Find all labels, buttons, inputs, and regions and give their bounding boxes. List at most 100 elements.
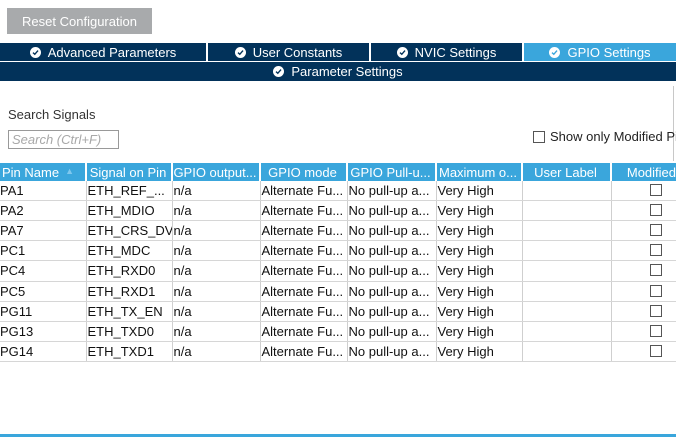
gpio-output-level-cell: n/a xyxy=(172,281,261,302)
user-label-cell[interactable] xyxy=(522,240,612,262)
pin-name-cell: PA7 xyxy=(0,220,87,242)
gpio-pull-cell: No pull-up a... xyxy=(347,220,437,242)
column-header-gpio-output[interactable]: GPIO output... xyxy=(172,163,261,181)
check-circle-icon xyxy=(29,46,41,58)
pin-name-cell: PA2 xyxy=(0,200,87,222)
gpio-mode-cell: Alternate Fu... xyxy=(260,281,348,302)
max-output-speed-cell: Very High xyxy=(436,301,523,322)
max-output-speed-cell: Very High xyxy=(436,200,523,222)
column-header-pin-name[interactable]: Pin Name ▲ xyxy=(0,163,87,181)
max-output-speed-cell: Very High xyxy=(436,281,523,302)
gpio-mode-cell: Alternate Fu... xyxy=(260,260,348,282)
gpio-output-level-cell: n/a xyxy=(172,200,261,222)
max-output-speed-cell: Very High xyxy=(436,220,523,242)
column-header-maximum-output-speed[interactable]: Maximum o... xyxy=(436,163,523,181)
check-circle-icon xyxy=(234,46,246,58)
modified-cell xyxy=(611,181,676,202)
table-row[interactable]: PG13 ETH_TXD0 n/a Alternate Fu... No pull-up… xyxy=(0,321,676,342)
modified-checkbox[interactable] xyxy=(649,184,662,197)
modified-checkbox[interactable] xyxy=(649,204,662,217)
show-only-modified-toggle[interactable]: Show only Modified Pins xyxy=(533,129,676,144)
gpio-pull-cell: No pull-up a... xyxy=(347,240,437,262)
modified-checkbox[interactable] xyxy=(649,344,662,357)
table-row[interactable]: PA7 ETH_CRS_DV n/a Alternate Fu... No pull-u… xyxy=(0,220,676,242)
gpio-output-level-cell: n/a xyxy=(172,321,261,342)
max-output-speed-cell: Very High xyxy=(436,181,523,202)
user-label-cell[interactable] xyxy=(522,281,612,302)
pin-name-cell: PG13 xyxy=(0,321,87,342)
table-row[interactable]: PG14 ETH_TXD1 n/a Alternate Fu... No pull-up… xyxy=(0,341,676,363)
reset-configuration-button[interactable]: Reset Configuration xyxy=(7,8,152,34)
signal-cell: ETH_REF_... xyxy=(86,181,173,202)
column-header-gpio-pull[interactable]: GPIO Pull-u... xyxy=(347,163,437,181)
gpio-output-level-cell: n/a xyxy=(172,181,261,202)
gpio-pull-cell: No pull-up a... xyxy=(347,341,437,363)
check-circle-icon xyxy=(396,46,408,58)
tab-label: NVIC Settings xyxy=(414,44,497,60)
signal-cell: ETH_RXD1 xyxy=(86,281,173,302)
signal-cell: ETH_RXD0 xyxy=(86,260,173,282)
modified-checkbox[interactable] xyxy=(649,304,662,317)
user-label-cell[interactable] xyxy=(522,321,612,342)
modified-checkbox[interactable] xyxy=(649,244,662,257)
user-label-cell[interactable] xyxy=(522,200,612,222)
gpio-pull-cell: No pull-up a... xyxy=(347,200,437,222)
user-label-cell[interactable] xyxy=(522,220,612,242)
gpio-output-level-cell: n/a xyxy=(172,240,261,262)
modified-cell xyxy=(611,240,676,262)
modified-checkbox[interactable] xyxy=(649,284,662,297)
table-row[interactable]: PC5 ETH_RXD1 n/a Alternate Fu... No pull-up … xyxy=(0,281,676,302)
show-only-modified-label: Show only Modified Pins xyxy=(550,129,676,144)
user-label-cell[interactable] xyxy=(522,260,612,282)
modified-cell xyxy=(611,220,676,242)
modified-checkbox[interactable] xyxy=(649,264,662,277)
column-header-user-label[interactable]: User Label xyxy=(522,163,612,181)
table-row[interactable]: PC4 ETH_RXD0 n/a Alternate Fu... No pull-up … xyxy=(0,260,676,282)
table-header-row: Pin Name ▲ Signal on Pin GPIO output... G… xyxy=(0,163,676,181)
signal-cell: ETH_MDC xyxy=(86,240,173,262)
user-label-cell[interactable] xyxy=(522,181,612,202)
user-label-cell[interactable] xyxy=(522,301,612,322)
gpio-pull-cell: No pull-up a... xyxy=(347,181,437,202)
gpio-pin-table: Pin Name ▲ Signal on Pin GPIO output... G… xyxy=(0,163,676,363)
modified-checkbox[interactable] xyxy=(649,324,662,337)
modified-cell xyxy=(611,301,676,322)
gpio-mode-cell: Alternate Fu... xyxy=(260,301,348,322)
gpio-output-level-cell: n/a xyxy=(172,220,261,242)
gpio-pull-cell: No pull-up a... xyxy=(347,260,437,282)
max-output-speed-cell: Very High xyxy=(436,260,523,282)
check-circle-icon xyxy=(273,66,285,77)
table-row[interactable]: PA2 ETH_MDIO n/a Alternate Fu... No pull-up … xyxy=(0,200,676,222)
pin-name-cell: PA1 xyxy=(0,181,87,202)
gpio-mode-cell: Alternate Fu... xyxy=(260,240,348,262)
user-label-cell[interactable] xyxy=(522,341,612,363)
signal-cell: ETH_CRS_DV xyxy=(86,220,173,242)
modified-checkbox[interactable] xyxy=(649,224,662,237)
search-input[interactable] xyxy=(8,130,119,149)
tab-gpio-settings[interactable]: GPIO Settings xyxy=(524,43,676,61)
max-output-speed-cell: Very High xyxy=(436,321,523,342)
column-header-modified[interactable]: Modified xyxy=(611,163,676,181)
pin-name-cell: PG14 xyxy=(0,341,87,363)
tab-advanced-parameters[interactable]: Advanced Parameters xyxy=(0,43,208,61)
tab-parameter-settings[interactable]: Parameter Settings xyxy=(0,62,676,81)
signal-cell: ETH_MDIO xyxy=(86,200,173,222)
show-only-modified-checkbox[interactable] xyxy=(533,130,545,143)
gpio-mode-cell: Alternate Fu... xyxy=(260,181,348,202)
tab-nvic-settings[interactable]: NVIC Settings xyxy=(371,43,524,61)
gpio-mode-cell: Alternate Fu... xyxy=(260,220,348,242)
table-row[interactable]: PG11 ETH_TX_EN n/a Alternate Fu... No pull-u… xyxy=(0,301,676,322)
gpio-output-level-cell: n/a xyxy=(172,301,261,322)
column-header-gpio-mode[interactable]: GPIO mode xyxy=(260,163,348,181)
table-row[interactable]: PA1 ETH_REF_... n/a Alternate Fu... No pull-… xyxy=(0,181,676,202)
pin-name-cell: PG11 xyxy=(0,301,87,322)
tab-label: Parameter Settings xyxy=(291,64,403,79)
pin-name-cell: PC1 xyxy=(0,240,87,262)
gpio-output-level-cell: n/a xyxy=(172,341,261,363)
max-output-speed-cell: Very High xyxy=(436,240,523,262)
modified-cell xyxy=(611,200,676,222)
table-row[interactable]: PC1 ETH_MDC n/a Alternate Fu... No pull-up a… xyxy=(0,240,676,262)
column-header-signal-on-pin[interactable]: Signal on Pin xyxy=(86,163,173,181)
tab-user-constants[interactable]: User Constants xyxy=(208,43,371,61)
modified-cell xyxy=(611,321,676,342)
